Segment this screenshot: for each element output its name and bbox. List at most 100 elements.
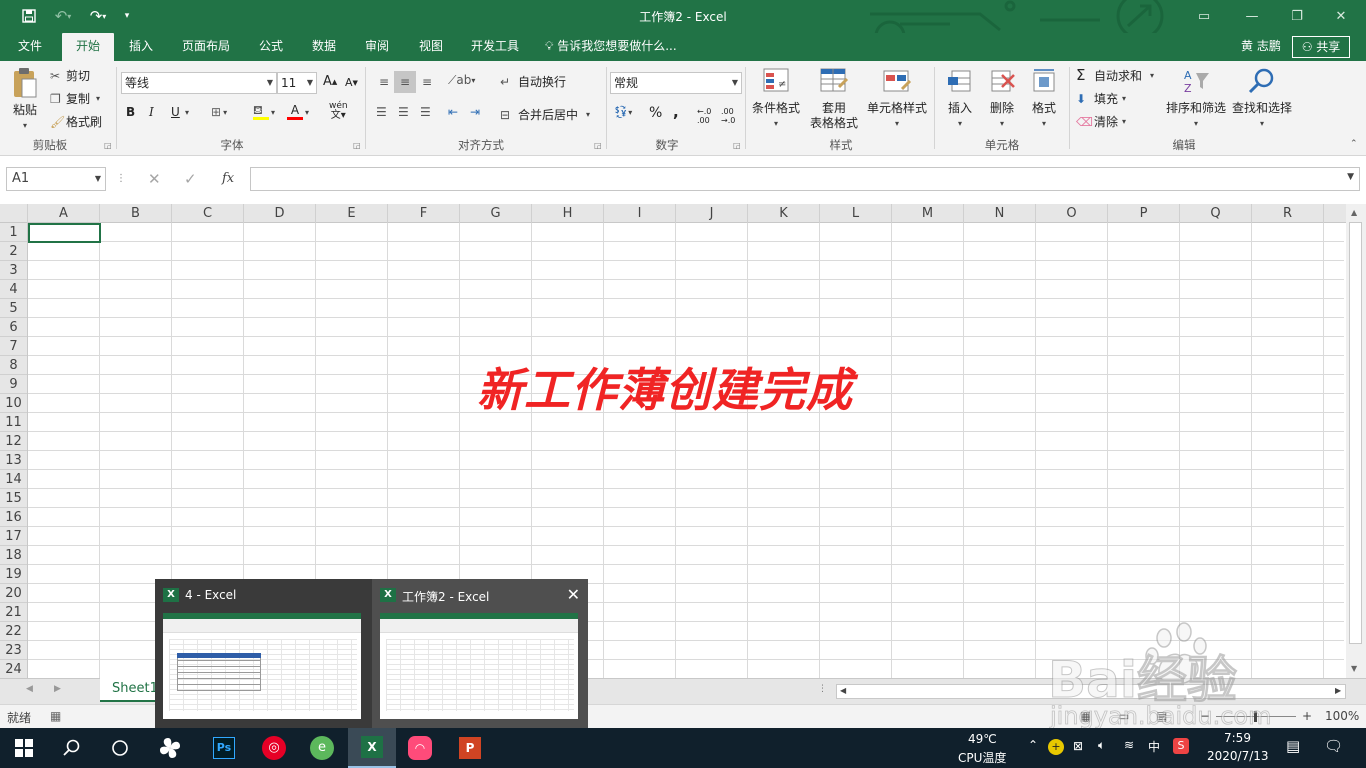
delete-cells-button[interactable]: 删除 ▾ bbox=[983, 67, 1021, 131]
wrap-text-button[interactable]: ↵ 自动换行 bbox=[500, 73, 566, 90]
meitu-icon[interactable]: ◠ bbox=[396, 728, 444, 768]
tab-formulas[interactable]: 公式 bbox=[250, 33, 292, 61]
percent-button[interactable]: % bbox=[649, 105, 662, 121]
zoom-level[interactable]: 100% bbox=[1325, 709, 1359, 723]
format-painter-button[interactable]: 🖌︎ 格式刷 bbox=[50, 113, 102, 130]
row-header[interactable]: 15 bbox=[0, 489, 27, 508]
enter-icon[interactable]: ✓ bbox=[184, 167, 197, 191]
wifi-icon[interactable]: ≋ bbox=[1124, 738, 1134, 752]
italic-button[interactable]: I bbox=[149, 105, 154, 119]
column-header[interactable]: E bbox=[316, 204, 388, 223]
close-icon[interactable]: ✕ bbox=[1326, 4, 1356, 28]
font-name-select[interactable]: 等线 ▼ bbox=[121, 72, 277, 94]
row-header[interactable]: 18 bbox=[0, 546, 27, 565]
align-right-icon[interactable]: ☰ bbox=[420, 105, 431, 119]
ribbon-display-icon[interactable]: ▭ bbox=[1189, 4, 1219, 28]
user-name[interactable]: 黄 志鹏 bbox=[1241, 33, 1281, 61]
column-header[interactable]: D bbox=[244, 204, 316, 223]
number-format-select[interactable]: 常规 ▼ bbox=[610, 72, 742, 94]
row-header[interactable]: 7 bbox=[0, 337, 27, 356]
row-header[interactable]: 21 bbox=[0, 603, 27, 622]
column-header[interactable]: I bbox=[604, 204, 676, 223]
row-header[interactable]: 4 bbox=[0, 280, 27, 299]
clear-button[interactable]: ⌫ 清除 ▾ bbox=[1076, 113, 1126, 130]
next-sheet-icon[interactable]: ▶ bbox=[54, 684, 61, 694]
column-header[interactable]: K bbox=[748, 204, 820, 223]
column-header[interactable]: P bbox=[1108, 204, 1180, 223]
vertical-scrollbar[interactable]: ▲ ▼ bbox=[1346, 204, 1366, 678]
collapse-ribbon-icon[interactable]: ⌃ bbox=[1350, 139, 1358, 149]
restore-icon[interactable]: ❐ bbox=[1282, 4, 1312, 28]
row-header[interactable]: 16 bbox=[0, 508, 27, 527]
name-box[interactable]: A1 ▼ bbox=[6, 167, 106, 191]
scroll-left-icon[interactable]: ◀ bbox=[840, 686, 846, 695]
thumbnail-window-2[interactable]: X 工作簿2 - Excel ✕ bbox=[372, 579, 588, 728]
row-header[interactable]: 24 bbox=[0, 660, 27, 678]
row-header[interactable]: 19 bbox=[0, 565, 27, 584]
normal-view-icon[interactable]: ▦ bbox=[1080, 709, 1091, 723]
alignment-launcher-icon[interactable]: ◲ bbox=[594, 141, 602, 150]
format-as-table-button[interactable]: 套用 表格格式 bbox=[806, 67, 862, 131]
zoom-in-icon[interactable]: + bbox=[1302, 709, 1312, 723]
autosum-button[interactable]: Σ 自动求和 ▾ bbox=[1076, 66, 1154, 84]
row-header[interactable]: 10 bbox=[0, 394, 27, 413]
column-header[interactable]: B bbox=[100, 204, 172, 223]
row-header[interactable]: 11 bbox=[0, 413, 27, 432]
thumbnail-window-1[interactable]: X 4 - Excel bbox=[155, 579, 371, 728]
comma-button[interactable]: , bbox=[673, 103, 679, 121]
conditional-formatting-button[interactable]: ≠ 条件格式 ▾ bbox=[750, 67, 802, 131]
thumbnail-close-icon[interactable]: ✕ bbox=[567, 585, 580, 604]
scroll-down-icon[interactable]: ▼ bbox=[1351, 664, 1357, 673]
formula-input[interactable]: ▼ bbox=[250, 167, 1360, 191]
notification-icon[interactable]: 🗨︎ bbox=[1324, 737, 1343, 755]
clock-date[interactable]: 2020/7/13 bbox=[1207, 749, 1269, 763]
tab-page-layout[interactable]: 页面布局 bbox=[174, 33, 238, 61]
start-icon[interactable] bbox=[0, 728, 48, 768]
column-header[interactable]: N bbox=[964, 204, 1036, 223]
row-header[interactable]: 2 bbox=[0, 242, 27, 261]
fill-button[interactable]: ⬇ 填充 ▾ bbox=[1076, 90, 1126, 107]
minimize-icon[interactable]: — bbox=[1237, 4, 1267, 28]
align-left-icon[interactable]: ☰ bbox=[376, 105, 387, 119]
row-header[interactable]: 5 bbox=[0, 299, 27, 318]
horizontal-scrollbar[interactable]: ◀ ▶ bbox=[836, 684, 1346, 699]
macro-record-icon[interactable]: ▦ bbox=[50, 709, 61, 723]
action-center-notes-icon[interactable]: ▤ bbox=[1286, 737, 1300, 755]
cell-styles-button[interactable]: 单元格样式 ▾ bbox=[864, 67, 930, 131]
sort-filter-button[interactable]: AZ 排序和筛选 ▾ bbox=[1164, 67, 1228, 131]
sogou-ime-icon[interactable]: S bbox=[1173, 738, 1189, 754]
tab-file[interactable]: 文件 bbox=[8, 33, 52, 61]
align-top-icon[interactable]: ≡ bbox=[374, 71, 394, 93]
row-header[interactable]: 20 bbox=[0, 584, 27, 603]
tab-review[interactable]: 审阅 bbox=[356, 33, 398, 61]
security-app-icon[interactable]: + bbox=[1048, 739, 1064, 755]
row-header[interactable]: 3 bbox=[0, 261, 27, 280]
browser-icon[interactable]: e bbox=[298, 728, 346, 768]
column-header[interactable]: J bbox=[676, 204, 748, 223]
clock-time[interactable]: 7:59 bbox=[1224, 731, 1251, 745]
find-select-button[interactable]: 查找和选择 ▾ bbox=[1230, 67, 1294, 131]
tab-view[interactable]: 视图 bbox=[410, 33, 452, 61]
shrink-font-button[interactable]: A ▼ bbox=[345, 76, 358, 89]
expand-formula-icon[interactable]: ▼ bbox=[1347, 172, 1354, 182]
pinwheel-app-icon[interactable] bbox=[146, 728, 194, 768]
copy-button[interactable]: ❐ 复制 ▾ bbox=[50, 90, 100, 107]
zoom-slider-thumb[interactable] bbox=[1254, 711, 1257, 722]
borders-icon[interactable]: ⊞ ▾ bbox=[211, 105, 227, 119]
phonetic-guide-button[interactable]: wén 文▾ bbox=[329, 102, 348, 121]
font-size-select[interactable]: 11 ▼ bbox=[277, 72, 317, 94]
scroll-up-icon[interactable]: ▲ bbox=[1351, 208, 1357, 217]
row-header[interactable]: 14 bbox=[0, 470, 27, 489]
row-header[interactable]: 9 bbox=[0, 375, 27, 394]
input-method-indicator[interactable]: 中 bbox=[1148, 738, 1160, 755]
row-header[interactable]: 12 bbox=[0, 432, 27, 451]
column-header[interactable]: C bbox=[172, 204, 244, 223]
row-header[interactable]: 1 bbox=[0, 223, 27, 242]
task-view-icon[interactable] bbox=[96, 728, 144, 768]
merge-center-button[interactable]: ⊟ 合并后居中 ▾ bbox=[500, 106, 590, 123]
increase-indent-icon[interactable]: ⇥ bbox=[470, 105, 480, 119]
page-layout-view-icon[interactable]: ▭ bbox=[1118, 709, 1129, 723]
tab-developer[interactable]: 开发工具 bbox=[462, 33, 528, 61]
tab-insert[interactable]: 插入 bbox=[120, 33, 162, 61]
fill-color-button[interactable]: ⛾ ▾ bbox=[253, 104, 275, 120]
